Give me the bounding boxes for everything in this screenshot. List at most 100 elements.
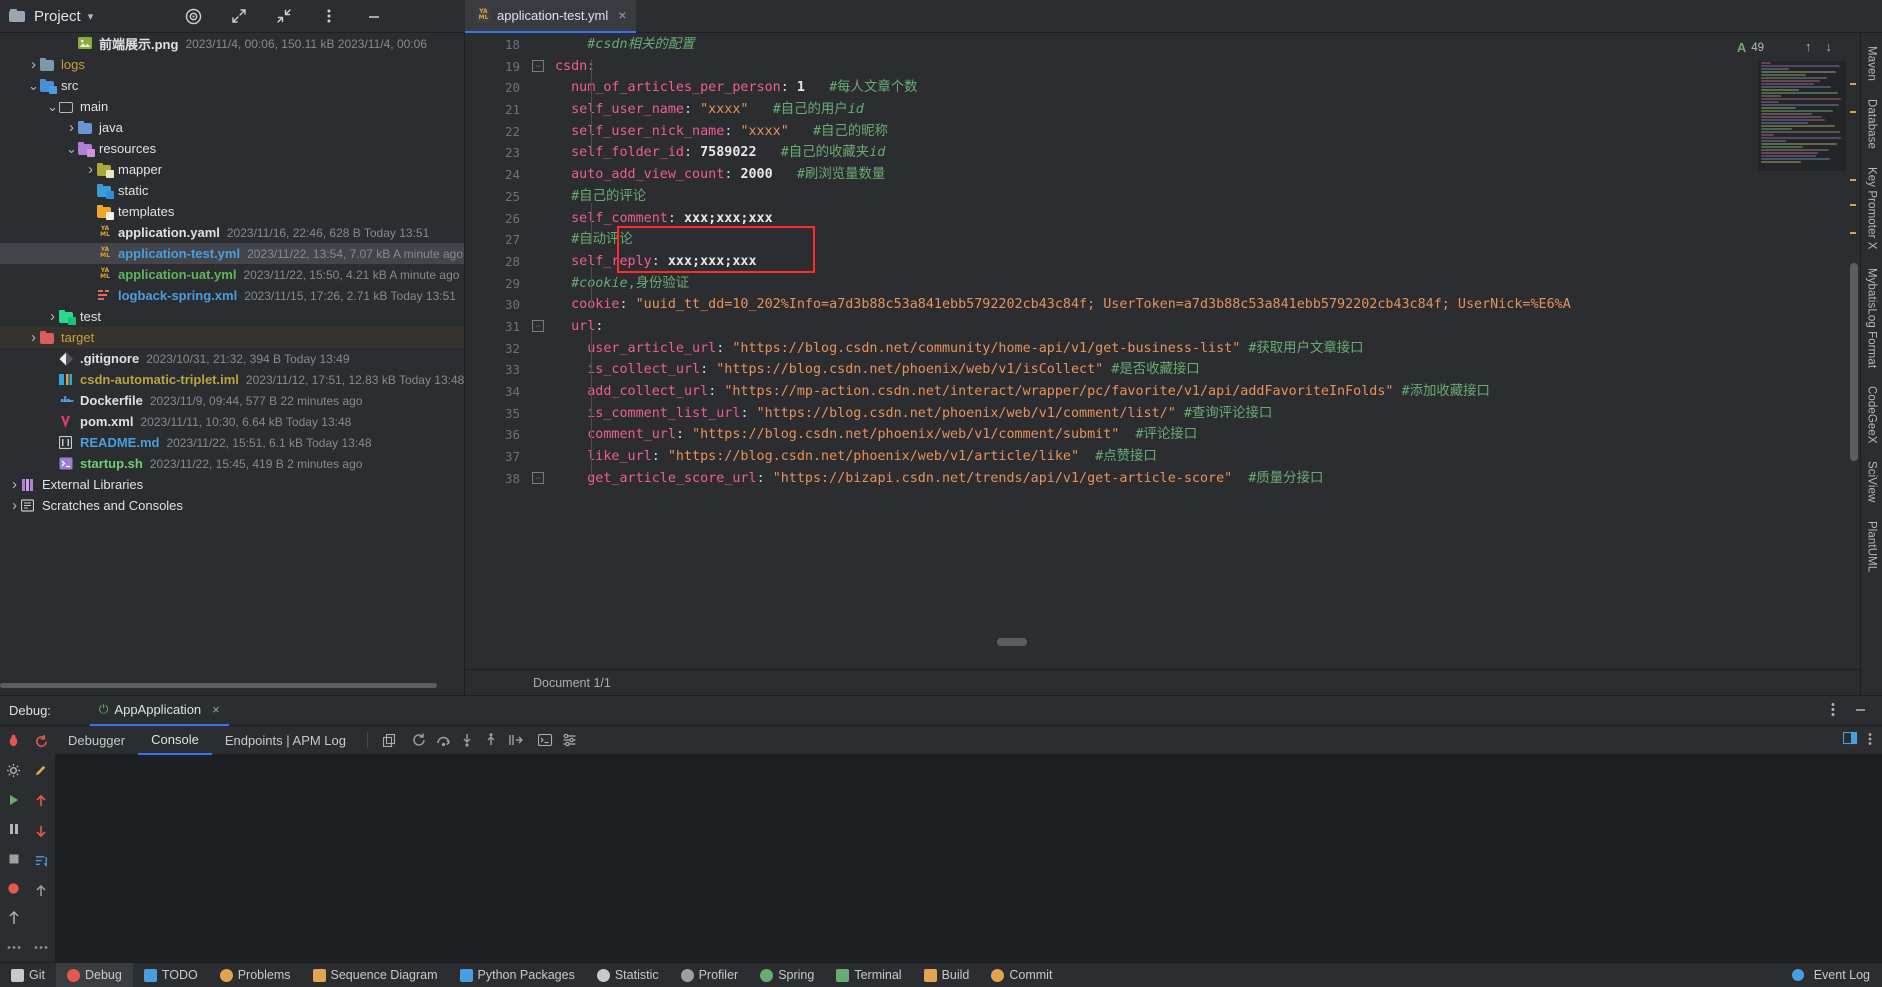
step-up-icon[interactable]	[33, 793, 49, 809]
code-line[interactable]: is_collect_url: "https://blog.csdn.net/p…	[549, 359, 1860, 381]
tree-item-java[interactable]: › java	[0, 117, 464, 138]
right-rail-key-promoter-x[interactable]: Key Promoter X	[1866, 160, 1878, 257]
chevron-right-icon[interactable]: ›	[27, 56, 40, 73]
tree-item-static[interactable]: static	[0, 180, 464, 201]
code-line[interactable]: csdn:	[549, 56, 1860, 78]
debug-tab-console[interactable]: Console	[138, 726, 212, 755]
code-line[interactable]: get_article_score_url: "https://bizapi.c…	[549, 468, 1860, 490]
status-bar-build[interactable]: Build	[913, 963, 981, 987]
tree-item-main[interactable]: ⌄ main	[0, 96, 464, 117]
code-line[interactable]: user_article_url: "https://blog.csdn.net…	[549, 338, 1860, 360]
tree-item-application-uat-yml[interactable]: YA ML application-uat.yml 2023/11/22, 15:50…	[0, 264, 464, 285]
expand-icon[interactable]	[229, 7, 248, 26]
status-bar-todo[interactable]: TODO	[133, 963, 209, 987]
tree-item-target[interactable]: › target	[0, 327, 464, 348]
code-line[interactable]: url:	[549, 316, 1860, 338]
minimize-icon[interactable]	[364, 7, 383, 26]
mute-breakpoints-icon[interactable]	[6, 910, 22, 926]
status-bar-profiler[interactable]: Profiler	[670, 963, 750, 987]
status-bar-debug[interactable]: Debug	[55, 962, 133, 987]
previous-error-icon[interactable]: ↑	[1805, 39, 1812, 54]
status-bar-problems[interactable]: Problems	[209, 963, 302, 987]
settings-gear-icon[interactable]	[6, 763, 22, 779]
step-over-icon[interactable]	[432, 729, 454, 751]
fold-toggle-icon[interactable]: −	[527, 468, 549, 490]
code-line[interactable]: #自动评论	[549, 229, 1860, 251]
chevron-right-icon[interactable]: ›	[27, 329, 40, 346]
layout-icon[interactable]	[1842, 731, 1858, 748]
close-icon[interactable]: ×	[212, 702, 220, 717]
editor-horizontal-scrollbar[interactable]	[997, 638, 1027, 646]
chevron-right-icon[interactable]: ›	[65, 119, 78, 136]
edit-icon[interactable]	[33, 763, 49, 779]
code-line[interactable]: is_comment_list_url: "https://blog.csdn.…	[549, 403, 1860, 425]
more-options-icon[interactable]	[319, 7, 338, 26]
inspection-widget[interactable]: A 49	[1737, 40, 1764, 55]
more-icon[interactable]	[33, 939, 49, 955]
tree-item-pom-xml[interactable]: pom.xml 2023/11/11, 10:30, 6.64 kB Today …	[0, 411, 464, 432]
right-rail-sciview[interactable]: SciView	[1866, 454, 1878, 509]
pause-icon[interactable]	[6, 822, 22, 838]
close-icon[interactable]: ×	[618, 7, 626, 23]
tree-item-mapper[interactable]: › mapper	[0, 159, 464, 180]
code-line[interactable]: self_comment: xxx;xxx;xxx	[549, 208, 1860, 230]
code-line[interactable]: num_of_articles_per_person: 1 #每人文章个数	[549, 77, 1860, 99]
code-line[interactable]: #cookie,身份验证	[549, 273, 1860, 295]
resume-icon[interactable]	[6, 792, 22, 808]
stop-icon[interactable]	[6, 851, 22, 867]
more-options-icon[interactable]	[1868, 732, 1872, 749]
code-line[interactable]: self_reply: xxx;xxx;xxx	[549, 251, 1860, 273]
code-line[interactable]: self_user_name: "xxxx" #自己的用户id	[549, 99, 1860, 121]
status-bar-spring[interactable]: Spring	[749, 963, 825, 987]
code-line[interactable]: auto_add_view_count: 2000 #刷浏览量数量	[549, 164, 1860, 186]
tree-item-logback-spring-xml[interactable]: logback-spring.xml 2023/11/15, 17:26, 2.7…	[0, 285, 464, 306]
breakpoints-icon[interactable]	[6, 881, 22, 897]
status-bar-commit[interactable]: Commit	[980, 963, 1063, 987]
editor-tab-application-test-yml[interactable]: YA ML application-test.yml ×	[465, 0, 637, 33]
right-rail-plantuml[interactable]: PlantUML	[1866, 514, 1878, 579]
project-label[interactable]: Project	[34, 8, 81, 25]
right-rail-codegeex[interactable]: CodeGeeX	[1866, 379, 1878, 451]
right-rail-maven[interactable]: Maven	[1866, 39, 1878, 88]
status-bar-statistic[interactable]: Statistic	[586, 963, 670, 987]
code-line[interactable]: #自己的评论	[549, 186, 1860, 208]
code-line[interactable]: self_user_nick_name: "xxxx" #自己的昵称	[549, 121, 1860, 143]
rerun-icon[interactable]	[408, 729, 430, 751]
status-bar-terminal[interactable]: Terminal	[825, 963, 912, 987]
right-rail-database[interactable]: Database	[1866, 92, 1878, 156]
chevron-right-icon[interactable]: ›	[84, 161, 97, 178]
more-icon[interactable]	[6, 940, 22, 956]
status-bar-sequence-diagram[interactable]: Sequence Diagram	[302, 963, 449, 987]
bug-icon[interactable]	[6, 733, 22, 749]
step-out-icon[interactable]	[480, 729, 502, 751]
collapse-icon[interactable]	[274, 7, 293, 26]
up-icon[interactable]	[33, 883, 49, 899]
fold-toggle-icon[interactable]: −	[527, 316, 549, 338]
tree-item-readme-md[interactable]: README.md 2023/11/22, 15:51, 6.1 kB Today…	[0, 432, 464, 453]
tree-item-logs[interactable]: › logs	[0, 54, 464, 75]
tree-item-gitignore[interactable]: .gitignore 2023/10/31, 21:32, 394 B Today…	[0, 348, 464, 369]
debug-tab-endpoints-apm-log[interactable]: Endpoints | APM Log	[212, 726, 359, 755]
tree-item-src[interactable]: ⌄ src	[0, 75, 464, 96]
editor-vertical-scrollbar[interactable]	[1850, 263, 1858, 461]
tree-item-png[interactable]: 前端展示.png 2023/11/4, 00:06, 150.11 kB 2023…	[0, 33, 464, 54]
target-icon[interactable]	[184, 7, 203, 26]
more-options-icon[interactable]	[1831, 702, 1835, 720]
tree-item-templates[interactable]: templates	[0, 201, 464, 222]
step-down-icon[interactable]	[33, 823, 49, 839]
next-error-icon[interactable]: ↓	[1826, 39, 1833, 54]
chevron-right-icon[interactable]: ›	[8, 497, 21, 514]
editor-minimap[interactable]	[1758, 61, 1846, 171]
tree-item-startup-sh[interactable]: startup.sh 2023/11/22, 15:45, 419 B 2 min…	[0, 453, 464, 474]
run-to-cursor-icon[interactable]	[504, 729, 526, 751]
tree-item-dockerfile[interactable]: Dockerfile 2023/11/9, 09:44, 577 B 22 min…	[0, 390, 464, 411]
code-line[interactable]: self_folder_id: 7589022 #自己的收藏夹id	[549, 142, 1860, 164]
copy-icon[interactable]	[378, 729, 400, 751]
code-line[interactable]: like_url: "https://blog.csdn.net/phoenix…	[549, 446, 1860, 468]
sort-icon[interactable]	[33, 853, 49, 869]
chevron-right-icon[interactable]: ›	[46, 308, 59, 325]
code-line[interactable]: comment_url: "https://blog.csdn.net/phoe…	[549, 424, 1860, 446]
event-log-label[interactable]: Event Log	[1814, 968, 1870, 982]
tree-item-application-yaml[interactable]: YA ML application.yaml 2023/11/16, 22:46, 6…	[0, 222, 464, 243]
chevron-down-icon[interactable]: ⌄	[65, 142, 78, 155]
